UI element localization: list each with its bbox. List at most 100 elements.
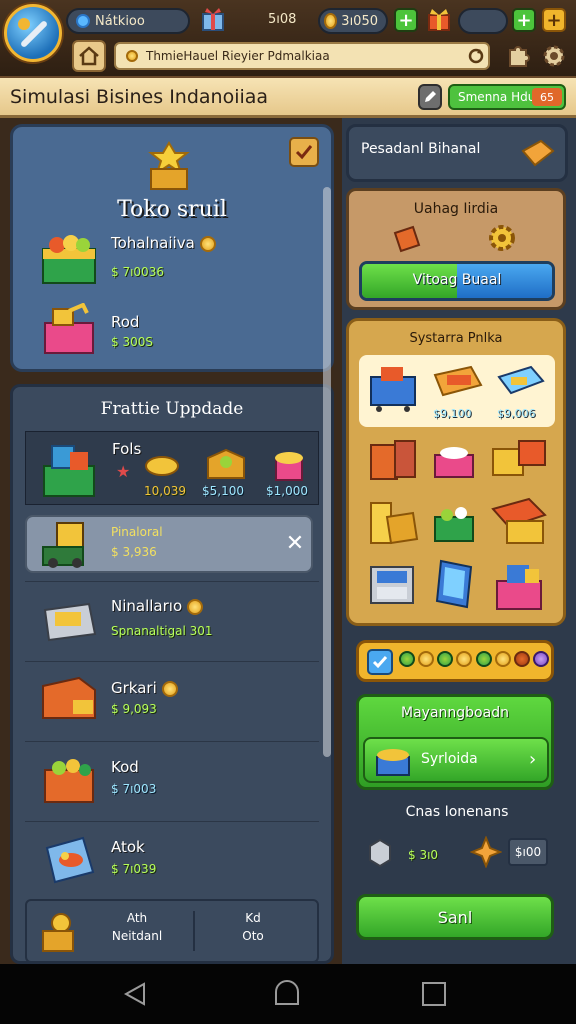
catalog-price-2: $9,006 (497, 407, 536, 420)
upgrade-title: Frattie Uppdade (100, 399, 244, 419)
menu-badge-label: Smenna Hdu (458, 90, 536, 104)
ice-box-icon[interactable] (495, 363, 547, 407)
pencil-icon (425, 91, 436, 102)
upgrade-item-price: $ 7ı039 (111, 862, 157, 876)
gift-box-icon[interactable] (200, 6, 226, 32)
add-button[interactable]: + (542, 8, 566, 32)
featured-price-2: $5,100 (202, 484, 244, 498)
shopping-cart-icon[interactable] (365, 361, 421, 413)
home-icon[interactable] (272, 980, 302, 1008)
upgrade-list-item[interactable]: Atok $ 7ı039 (25, 821, 319, 901)
selected-upgrade-row[interactable]: Pinaloral $ 3,936 ✕ (25, 515, 313, 573)
upgrade-list-item[interactable]: Kod $ 7ı003 (25, 741, 319, 821)
featured-upgrade-row[interactable]: Fols ★ 10,039 $5,100 $1,000 (25, 431, 319, 505)
upgrade-item-name: Ninallarıo (111, 597, 183, 615)
gift-basket-icon[interactable] (491, 559, 549, 613)
add-coins-button[interactable]: + (394, 8, 418, 32)
close-icon[interactable]: ✕ (283, 531, 307, 556)
footer-stat-2-line1: Kd (245, 911, 261, 925)
coin-icon[interactable] (418, 651, 435, 667)
player-pill[interactable]: Nátkioo (66, 8, 190, 34)
upgrade-list-item[interactable]: Grkari $ 9,093 (25, 661, 319, 741)
coin-icon[interactable] (475, 651, 492, 667)
game-logo[interactable] (4, 4, 62, 62)
bread-icon (144, 454, 180, 478)
home-button[interactable] (72, 40, 106, 72)
present-icon[interactable] (426, 6, 452, 32)
upgrade-item-price: $ 7ı003 (111, 782, 157, 796)
shopping-basket-icon (39, 302, 99, 357)
cake-box-icon[interactable] (429, 439, 479, 481)
check-tool-button[interactable] (367, 649, 393, 675)
scrollbar[interactable] (323, 187, 331, 757)
snack-tray-icon[interactable] (429, 361, 485, 407)
toolbox-icon[interactable] (489, 435, 549, 483)
costs-title: Cnas Ionenans (405, 804, 509, 820)
display-case-icon (39, 832, 99, 888)
cost-price-2: $ı00 (508, 838, 548, 866)
catalog-panel: Systarra Pnlka $9,100 $9,006 (346, 318, 566, 626)
manager-button[interactable]: Syrloida › (363, 737, 549, 783)
upgrade-list-item[interactable]: Ninallarıo Spnanaltigal 301 (25, 581, 319, 661)
store-item-price: $ 300S (111, 335, 153, 349)
coin-icon[interactable] (437, 651, 454, 667)
coin-icon[interactable] (399, 651, 415, 667)
footer-stat-2[interactable]: Kd Oto (203, 911, 303, 943)
footer-stat-1[interactable]: Ath Neitdanl (87, 911, 187, 943)
selected-upgrade-name: Pinaloral (111, 525, 163, 539)
register-machine-icon (39, 594, 99, 644)
store-item-name: Rod (111, 313, 140, 331)
upgrade-item-name: Kod (111, 758, 139, 776)
footer-stat-2-line2: Oto (242, 929, 264, 943)
refresh-icon[interactable] (466, 46, 486, 66)
store-check-button[interactable] (289, 137, 319, 167)
chevron-right-icon: › (529, 749, 537, 770)
footer-stat-1-line2: Neitdanl (111, 929, 163, 943)
address-bar[interactable]: ThmieHauel Rieyier Pdmalkiaa (114, 42, 490, 70)
top-bar: Nátkioo 5ı08 3ı050 + + + ThmieHauel Riey… (0, 0, 576, 78)
register-icon[interactable] (365, 559, 421, 613)
gems-count: 5ı08 (268, 12, 297, 27)
tablet-icon[interactable] (431, 557, 479, 611)
puzzle-icon[interactable] (504, 42, 532, 70)
treasure-box-icon (145, 141, 193, 191)
vegetable-box-icon[interactable] (429, 501, 479, 545)
orders-header[interactable]: Pesadanl Bihanal (346, 124, 568, 182)
cost-price-1: $ 3ı0 (408, 848, 439, 862)
selected-upgrade-price: $ 3,936 (111, 545, 157, 559)
upgrade-item-price: Spnanaltigal 301 (111, 624, 213, 638)
back-icon[interactable] (122, 980, 150, 1008)
save-button[interactable]: Sanl (356, 894, 554, 940)
coin-icon (126, 50, 138, 62)
gift-shelf-icon[interactable] (365, 435, 421, 483)
catalog-title: Systarra Pnlka (409, 331, 503, 346)
wrench-icon (18, 18, 47, 47)
coin-icon[interactable] (456, 651, 473, 667)
coins-count: 3ı050 (341, 13, 378, 29)
coin-icon (161, 680, 178, 697)
address-text: ThmieHauel Rieyier Pdmalkiaa (146, 49, 330, 63)
edit-button[interactable] (418, 84, 442, 110)
coin-icon[interactable] (494, 651, 511, 667)
upgrade-item-name: Grkari (111, 679, 157, 697)
food-box-icon (204, 448, 248, 482)
gem-icon (76, 14, 90, 28)
featured-upgrade-name: Fols (112, 440, 142, 458)
parcel-icon (519, 137, 555, 171)
daily-action-label: Vitoag Buaal (412, 272, 502, 288)
title-bar: Simulasi Bisines Indanoiiaa Smenna Hdu 6… (0, 78, 576, 118)
manager-button-label: Syrloida (421, 751, 478, 767)
settings-gear-icon[interactable] (540, 42, 568, 70)
add-energy-button[interactable]: + (512, 8, 536, 32)
market-stall-icon[interactable] (489, 495, 549, 549)
crate-icon (391, 223, 423, 253)
daily-action-button[interactable]: Vitoag Buaal (359, 261, 555, 301)
upgrade-panel: Frattie Uppdade Fols ★ 10,039 $5,100 $1,… (10, 187, 334, 964)
coin-icon[interactable] (532, 651, 549, 667)
coin-icon[interactable] (513, 651, 530, 667)
noodle-cup-icon (270, 446, 308, 482)
cabinet-icon[interactable] (365, 497, 421, 547)
recents-icon[interactable] (422, 982, 446, 1006)
menu-badge-button[interactable]: Smenna Hdu 65 (448, 84, 566, 110)
featured-price-1: 10,039 (144, 484, 186, 498)
